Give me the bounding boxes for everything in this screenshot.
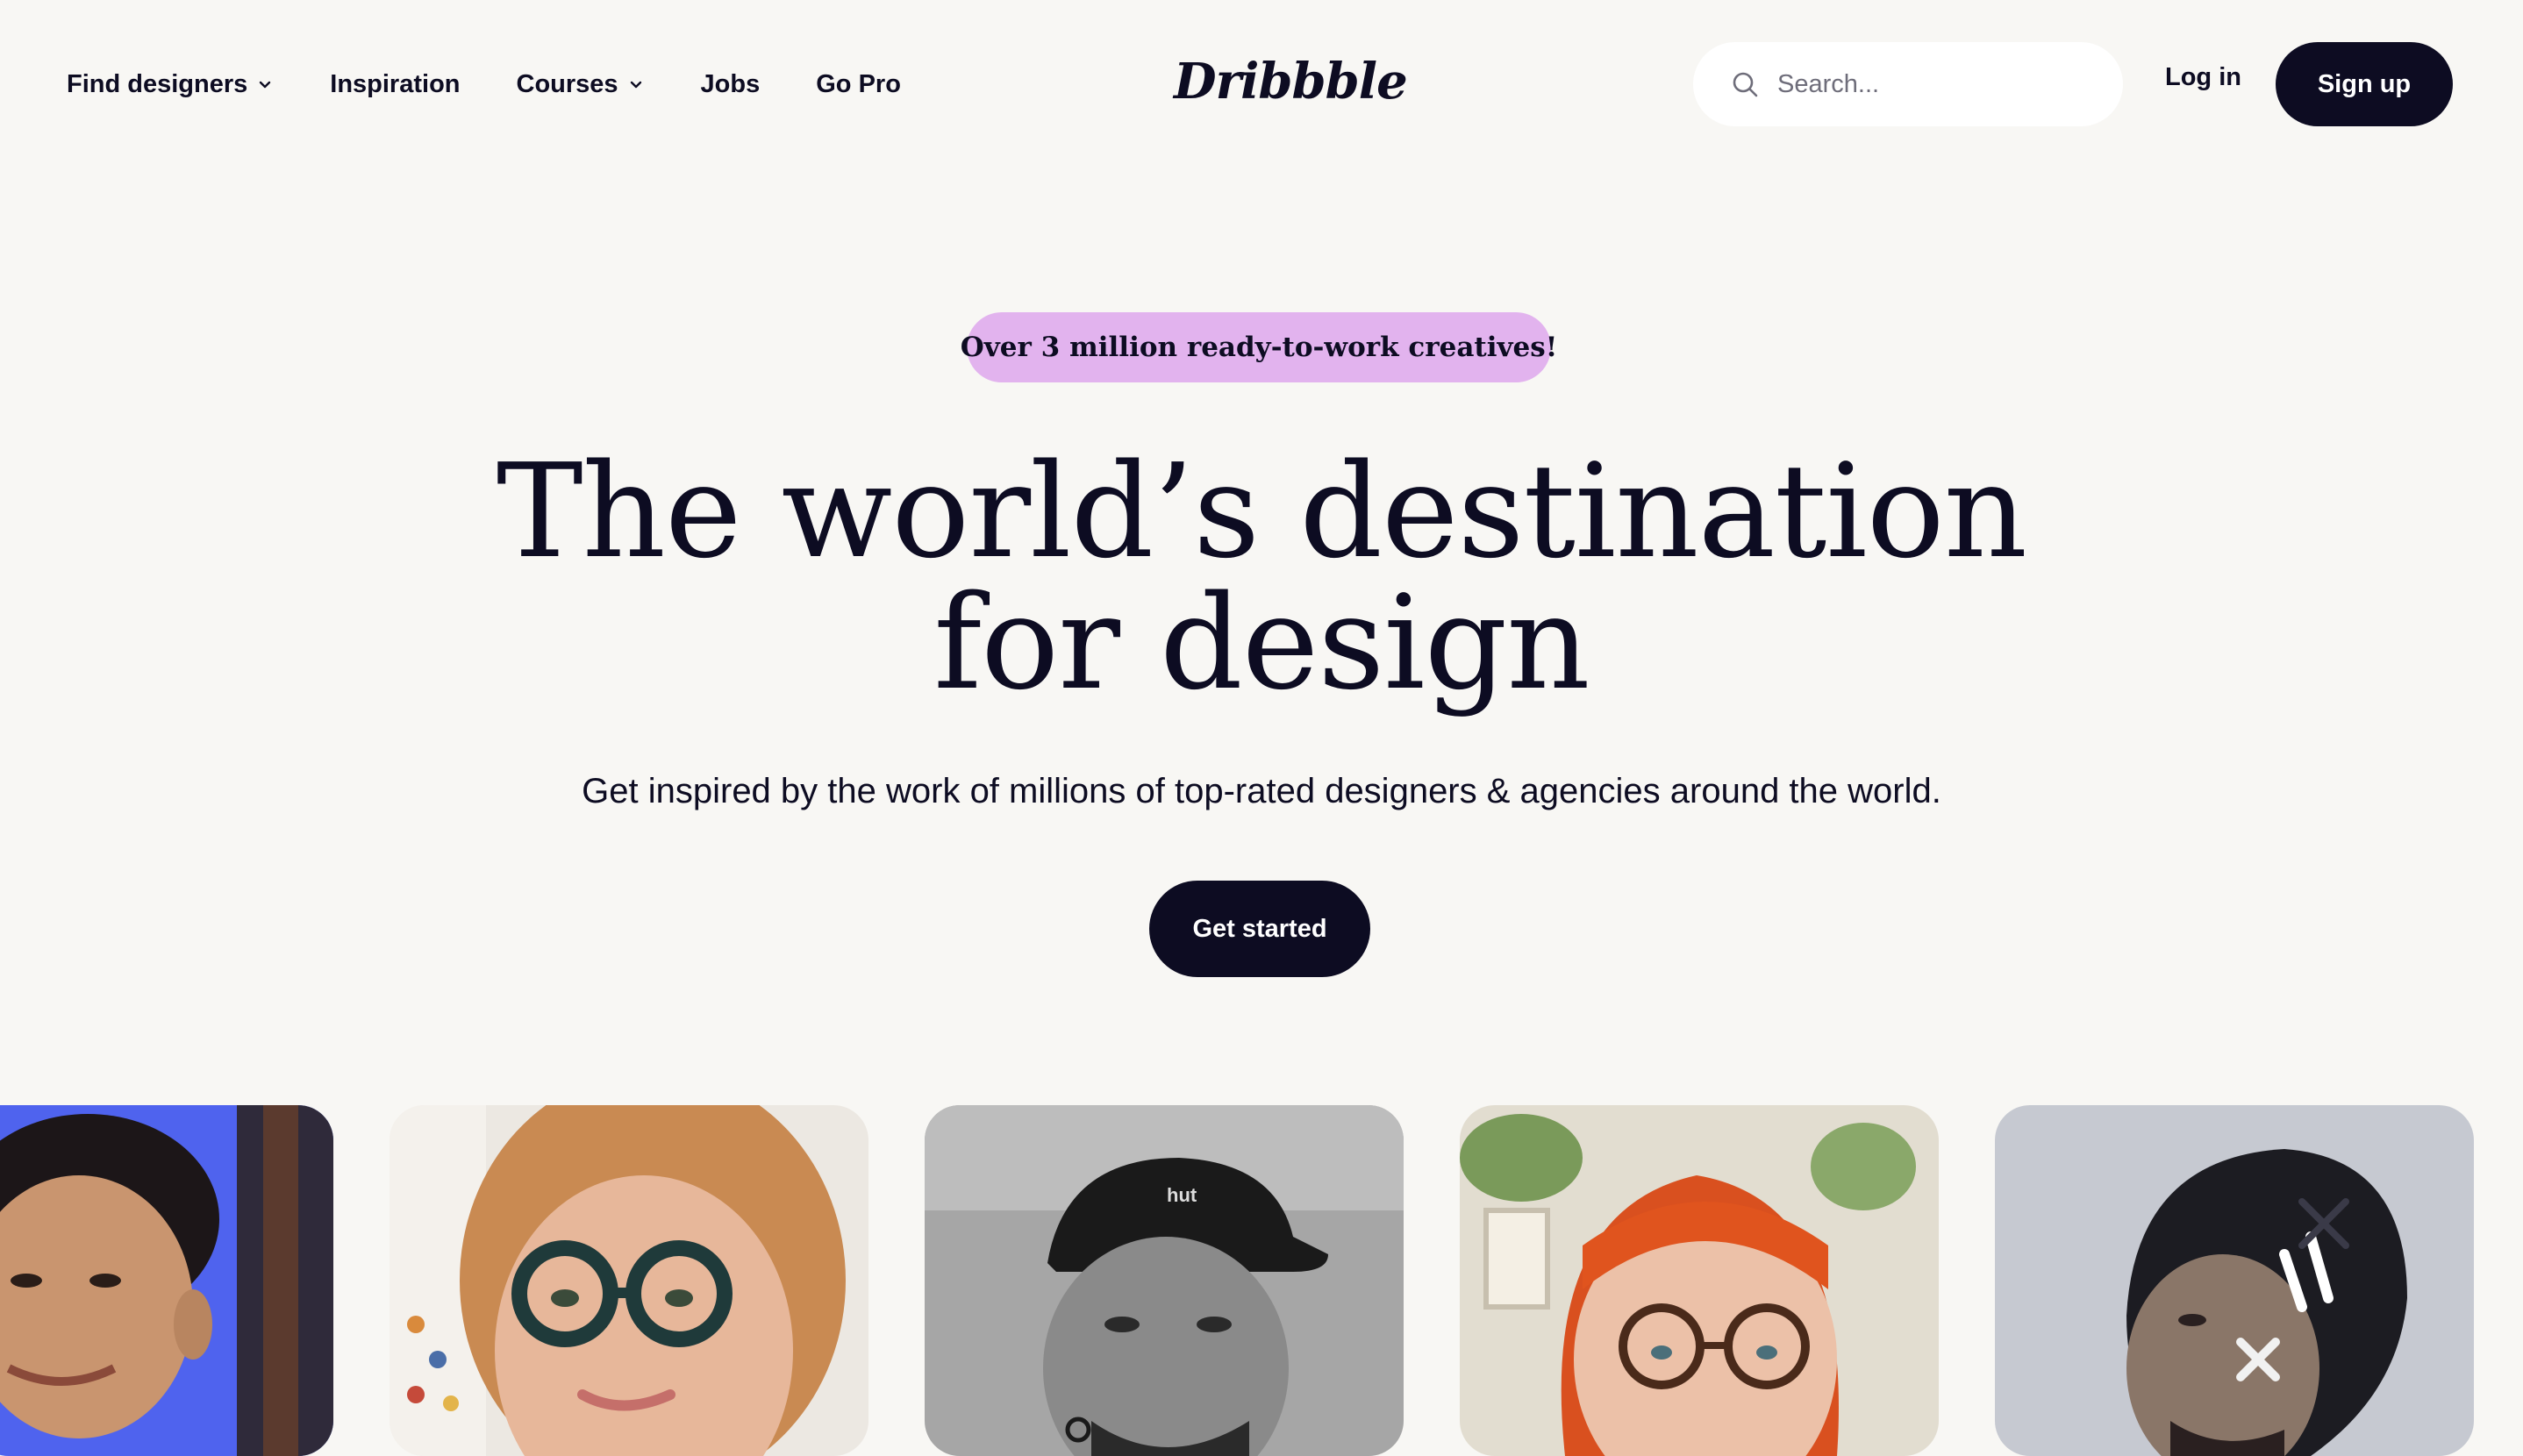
nav-go-pro-label: Go Pro [816, 69, 901, 98]
nav-jobs-label: Jobs [700, 69, 761, 98]
nav-links: Find designers Inspiration Courses Jobs … [67, 61, 901, 107]
hero-headline-line-1: The world’s destination [496, 436, 2027, 587]
chevron-down-icon [630, 81, 641, 89]
designer-card[interactable]: hut [925, 1105, 1404, 1456]
signup-button[interactable]: Sign up [2276, 42, 2453, 126]
get-started-button[interactable]: Get started [1149, 881, 1370, 977]
login-link[interactable]: Log in [2165, 63, 2241, 92]
designer-card[interactable] [1460, 1105, 1939, 1456]
svg-text:hut: hut [1167, 1184, 1197, 1206]
designer-card[interactable] [0, 1105, 333, 1456]
chevron-down-icon [260, 81, 271, 89]
nav-go-pro[interactable]: Go Pro [816, 70, 901, 99]
designer-portrait-image [390, 1105, 868, 1456]
designer-portrait-image [0, 1105, 333, 1456]
hero-headline: The world’s destination for design [0, 446, 2523, 709]
top-nav: Find designers Inspiration Courses Jobs … [0, 0, 2523, 167]
designer-portrait-image [1995, 1105, 2474, 1456]
nav-courses[interactable]: Courses [517, 70, 645, 99]
dribbble-logo[interactable]: Dribbble [1174, 51, 1408, 112]
designer-portrait-image: hut [925, 1105, 1404, 1456]
hero-badge: Over 3 million ready-to-work creatives! [961, 312, 1557, 382]
search-icon [1733, 72, 1758, 97]
designer-card[interactable] [390, 1105, 868, 1456]
hero-headline-line-2: for design [933, 567, 1590, 718]
designer-portrait-image [1460, 1105, 1939, 1456]
nav-inspiration[interactable]: Inspiration [330, 70, 460, 99]
search-input[interactable] [1776, 68, 2095, 100]
search-bar[interactable] [1693, 42, 2123, 126]
nav-jobs[interactable]: Jobs [701, 70, 761, 99]
nav-inspiration-label: Inspiration [330, 69, 461, 98]
nav-courses-label: Courses [516, 69, 618, 98]
hero-subhead: Get inspired by the work of millions of … [582, 772, 1941, 810]
nav-find-designers-label: Find designers [67, 69, 248, 98]
nav-find-designers[interactable]: Find designers [67, 70, 274, 99]
designer-card[interactable] [1995, 1105, 2474, 1456]
